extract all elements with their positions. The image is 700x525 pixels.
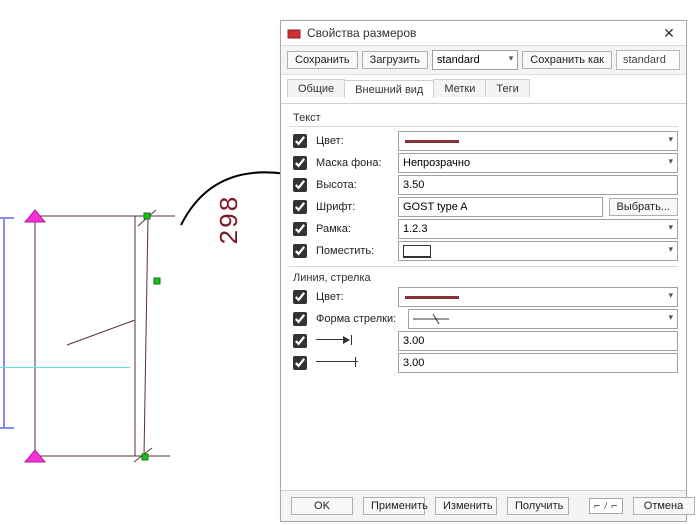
check-arrow-size-1[interactable] — [293, 334, 307, 348]
label-height: Высота: — [316, 179, 392, 191]
app-icon — [287, 26, 301, 40]
tab-strip: Общие Внешний вид Метки Теги — [281, 75, 686, 104]
apply-button[interactable]: Применить — [363, 497, 425, 515]
check-frame[interactable] — [293, 222, 307, 236]
get-button[interactable]: Получить — [507, 497, 569, 515]
arrow-length-icon — [316, 334, 358, 346]
tab-tags[interactable]: Теги — [485, 79, 529, 97]
label-text-color: Цвет: — [316, 135, 392, 147]
bg-mask-value: Непрозрачно — [403, 157, 470, 169]
arrow-shape-glyph-icon — [413, 314, 449, 324]
titlebar: Свойства размеров ✕ — [281, 21, 686, 46]
arrow-size-2-value: 3.00 — [403, 357, 424, 369]
save-as-button[interactable]: Сохранить как — [522, 51, 612, 69]
font-value: GOST type A — [403, 201, 468, 213]
check-arrow-size-2[interactable] — [293, 356, 307, 370]
close-icon[interactable]: ✕ — [651, 21, 686, 45]
color-swatch-icon — [405, 140, 459, 143]
toggle-b: ⌐ — [611, 500, 617, 512]
tab-marks[interactable]: Метки — [433, 79, 486, 97]
arrow-size-1-input[interactable]: 3.00 — [398, 331, 678, 351]
line-color-select[interactable] — [398, 287, 678, 307]
arrow-size-1-value: 3.00 — [403, 335, 424, 347]
place-glyph-icon — [403, 245, 431, 258]
tab-general[interactable]: Общие — [287, 79, 345, 97]
dimension-properties-dialog: Свойства размеров ✕ Сохранить Загрузить … — [280, 20, 687, 522]
label-bg-mask: Маска фона: — [316, 157, 392, 169]
check-place[interactable] — [293, 244, 307, 258]
check-font[interactable] — [293, 200, 307, 214]
check-line-color[interactable] — [293, 290, 307, 304]
check-text-color[interactable] — [293, 134, 307, 148]
dialog-title: Свойства размеров — [307, 26, 651, 40]
label-font: Шрифт: — [316, 201, 392, 213]
ok-button[interactable]: OK — [291, 497, 353, 515]
group-line-caption: Линия, стрелка — [289, 270, 678, 286]
place-select[interactable] — [398, 241, 678, 261]
arrow-offset-icon — [316, 356, 358, 368]
tab-body: Текст Цвет: Маска фона: Непрозрачно Высо… — [281, 104, 686, 484]
font-field[interactable]: GOST type A — [398, 197, 603, 217]
preset-selected: standard — [437, 54, 480, 66]
frame-value: 1.2.3 — [403, 223, 427, 235]
check-height[interactable] — [293, 178, 307, 192]
preset-select[interactable]: standard — [432, 50, 518, 70]
tab-appearance[interactable]: Внешний вид — [344, 80, 434, 98]
orientation-toggle[interactable]: ⌐/⌐ — [589, 498, 623, 514]
label-place: Поместить: — [316, 245, 392, 257]
check-bg-mask[interactable] — [293, 156, 307, 170]
load-button[interactable]: Загрузить — [362, 51, 428, 69]
cad-canvas: 298 — [0, 0, 300, 525]
height-value: 3.50 — [403, 179, 424, 191]
modify-button[interactable]: Изменить — [435, 497, 497, 515]
label-line-color: Цвет: — [316, 291, 392, 303]
arrow-shape-select[interactable] — [408, 309, 678, 329]
bg-mask-select[interactable]: Непрозрачно — [398, 153, 678, 173]
font-browse-button[interactable]: Выбрать... — [609, 198, 678, 216]
axis-line — [0, 367, 130, 368]
color-swatch-icon — [405, 296, 459, 299]
current-preset-name: standard — [616, 50, 680, 70]
group-text-caption: Текст — [289, 110, 678, 127]
cancel-button[interactable]: Отмена — [633, 497, 695, 515]
height-input[interactable]: 3.50 — [398, 175, 678, 195]
toggle-a: ⌐ — [594, 500, 600, 512]
label-arrow-size-1 — [316, 334, 392, 349]
frame-select[interactable]: 1.2.3 — [398, 219, 678, 239]
label-arrow-shape: Форма стрелки: — [316, 313, 402, 325]
dialog-footer: OK Применить Изменить Получить ⌐/⌐ Отмен… — [281, 490, 686, 521]
text-color-select[interactable] — [398, 131, 678, 151]
arrow-size-2-input[interactable]: 3.00 — [398, 353, 678, 373]
check-arrow-shape[interactable] — [293, 312, 307, 326]
group-divider — [289, 266, 678, 267]
label-frame: Рамка: — [316, 223, 392, 235]
label-arrow-size-2 — [316, 356, 392, 371]
io-toolbar: Сохранить Загрузить standard Сохранить к… — [281, 46, 686, 75]
save-button[interactable]: Сохранить — [287, 51, 358, 69]
